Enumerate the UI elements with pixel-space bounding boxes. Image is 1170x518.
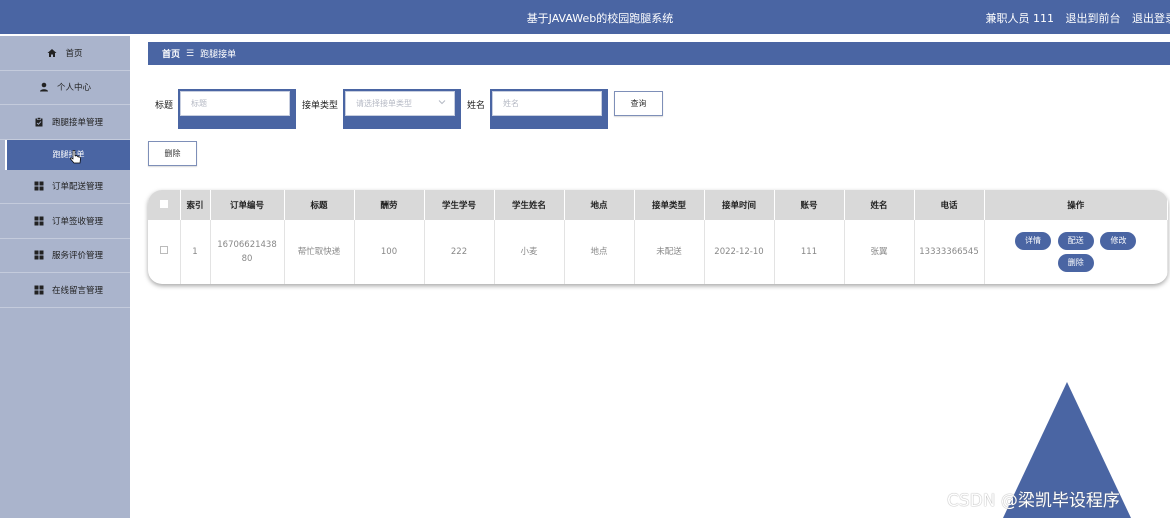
sidebar-item-messages[interactable]: 在线留言管理 — [0, 273, 130, 308]
sidebar-item-reviews[interactable]: 服务评价管理 — [0, 239, 130, 273]
grid-icon — [34, 216, 44, 226]
table-header-row: 索引 订单编号 标题 酬劳 学生学号 学生姓名 地点 接单类型 接单时间 账号 … — [148, 190, 1168, 220]
edit-button[interactable]: 修改 — [1100, 232, 1137, 250]
breadcrumb-separator-icon: ☰ — [186, 48, 195, 59]
column-header: 学生姓名 — [494, 190, 565, 220]
cell-student-name: 小麦 — [494, 220, 565, 284]
sidebar-item-errand-orders[interactable]: 跑腿接单管理 — [0, 105, 130, 140]
column-header: 索引 — [180, 190, 211, 220]
cell-type: 未配送 — [634, 220, 705, 284]
cell-name: 张翼 — [844, 220, 915, 284]
delete-button[interactable]: 删除 — [148, 141, 197, 166]
sidebar-subitem-errand-accept[interactable]: 跑腿接单 — [5, 139, 130, 170]
cell-actions: 详情 配送 修改 删除 — [984, 220, 1168, 284]
type-select[interactable]: 请选择接单类型 — [345, 91, 455, 116]
name-field-frame — [490, 89, 608, 129]
cell-index: 1 — [180, 220, 211, 284]
breadcrumb-home[interactable]: 首页 — [162, 47, 180, 60]
select-all-checkbox[interactable] — [148, 190, 181, 220]
column-header: 接单类型 — [634, 190, 705, 220]
sidebar-item-label: 订单配送管理 — [52, 182, 104, 193]
sidebar: 首页 个人中心 跑腿接单管理 跑腿接单 订单配送管理 订单签收管理 服务评价管理 — [0, 36, 130, 518]
name-label: 姓名 — [467, 101, 486, 111]
column-header: 账号 — [774, 190, 845, 220]
type-field-frame: 请选择接单类型 — [343, 89, 461, 129]
column-header: 电话 — [914, 190, 985, 220]
sidebar-item-profile[interactable]: 个人中心 — [0, 71, 130, 105]
cell-time: 2022-12-10 — [704, 220, 775, 284]
top-bar: 基于JAVAWeb的校园跑腿系统 兼职人员 111 退出到前台 退出登录 — [0, 0, 1170, 34]
column-header: 操作 — [984, 190, 1168, 220]
cell-phone: 13333366545 — [914, 220, 985, 284]
sidebar-item-signoff[interactable]: 订单签收管理 — [0, 204, 130, 239]
title-field-frame — [178, 89, 296, 129]
row-delete-button[interactable]: 删除 — [1057, 254, 1094, 272]
breadcrumb-current: 跑腿接单 — [200, 50, 237, 60]
home-icon — [47, 48, 57, 58]
column-header: 姓名 — [844, 190, 915, 220]
breadcrumb: 首页 ☰ 跑腿接单 — [148, 42, 1170, 65]
type-select-placeholder: 请选择接单类型 — [356, 99, 412, 108]
sidebar-item-label: 跑腿接单管理 — [52, 117, 104, 128]
grid-icon — [34, 250, 44, 260]
top-bar-right: 兼职人员 111 退出到前台 退出登录 — [986, 10, 1170, 26]
detail-button[interactable]: 详情 — [1015, 232, 1052, 250]
deliver-button[interactable]: 配送 — [1057, 232, 1094, 250]
watermark: CSDN @梁凯毕设程序 — [947, 491, 1120, 511]
cell-title: 帮忙取快递 — [284, 220, 355, 284]
user-icon — [39, 82, 49, 92]
grid-icon — [34, 181, 44, 191]
sidebar-item-delivery[interactable]: 订单配送管理 — [0, 170, 130, 204]
current-user: 兼职人员 111 — [985, 12, 1055, 25]
title-input[interactable] — [180, 91, 290, 116]
sidebar-item-home[interactable]: 首页 — [0, 36, 130, 71]
column-header: 酬劳 — [354, 190, 425, 220]
title-label: 标题 — [155, 101, 174, 111]
type-label: 接单类型 — [302, 101, 339, 111]
row-checkbox[interactable] — [148, 220, 181, 284]
column-header: 标题 — [284, 190, 355, 220]
name-input[interactable] — [492, 91, 602, 116]
sidebar-item-label: 在线留言管理 — [52, 285, 104, 296]
column-header: 地点 — [564, 190, 635, 220]
cell-account: 111 — [774, 220, 845, 284]
cell-location: 地点 — [564, 220, 635, 284]
chevron-down-icon — [438, 100, 446, 105]
sidebar-item-label: 服务评价管理 — [52, 251, 104, 262]
hand-cursor-icon — [70, 150, 81, 164]
grid-icon — [34, 285, 44, 295]
cell-order-no: 1670662143880 — [210, 220, 285, 284]
query-button[interactable]: 查询 — [614, 91, 663, 116]
column-header: 学生学号 — [424, 190, 495, 220]
sidebar-item-label: 订单签收管理 — [52, 216, 104, 227]
cell-reward: 100 — [354, 220, 425, 284]
cell-student-no: 222 — [424, 220, 495, 284]
order-no-text: 1670662143880 — [217, 240, 277, 264]
back-to-front-link[interactable]: 退出到前台 — [1066, 12, 1121, 25]
clipboard-icon — [34, 116, 44, 127]
logout-link[interactable]: 退出登录 — [1132, 12, 1170, 25]
column-header: 接单时间 — [704, 190, 775, 220]
sidebar-item-label: 个人中心 — [56, 83, 91, 94]
table-row: 1 1670662143880 帮忙取快递 100 222 小麦 地点 未配送 … — [148, 220, 1168, 284]
sidebar-item-label: 首页 — [65, 48, 83, 59]
orders-table: 索引 订单编号 标题 酬劳 学生学号 学生姓名 地点 接单类型 接单时间 账号 … — [148, 190, 1168, 284]
column-header: 订单编号 — [210, 190, 285, 220]
